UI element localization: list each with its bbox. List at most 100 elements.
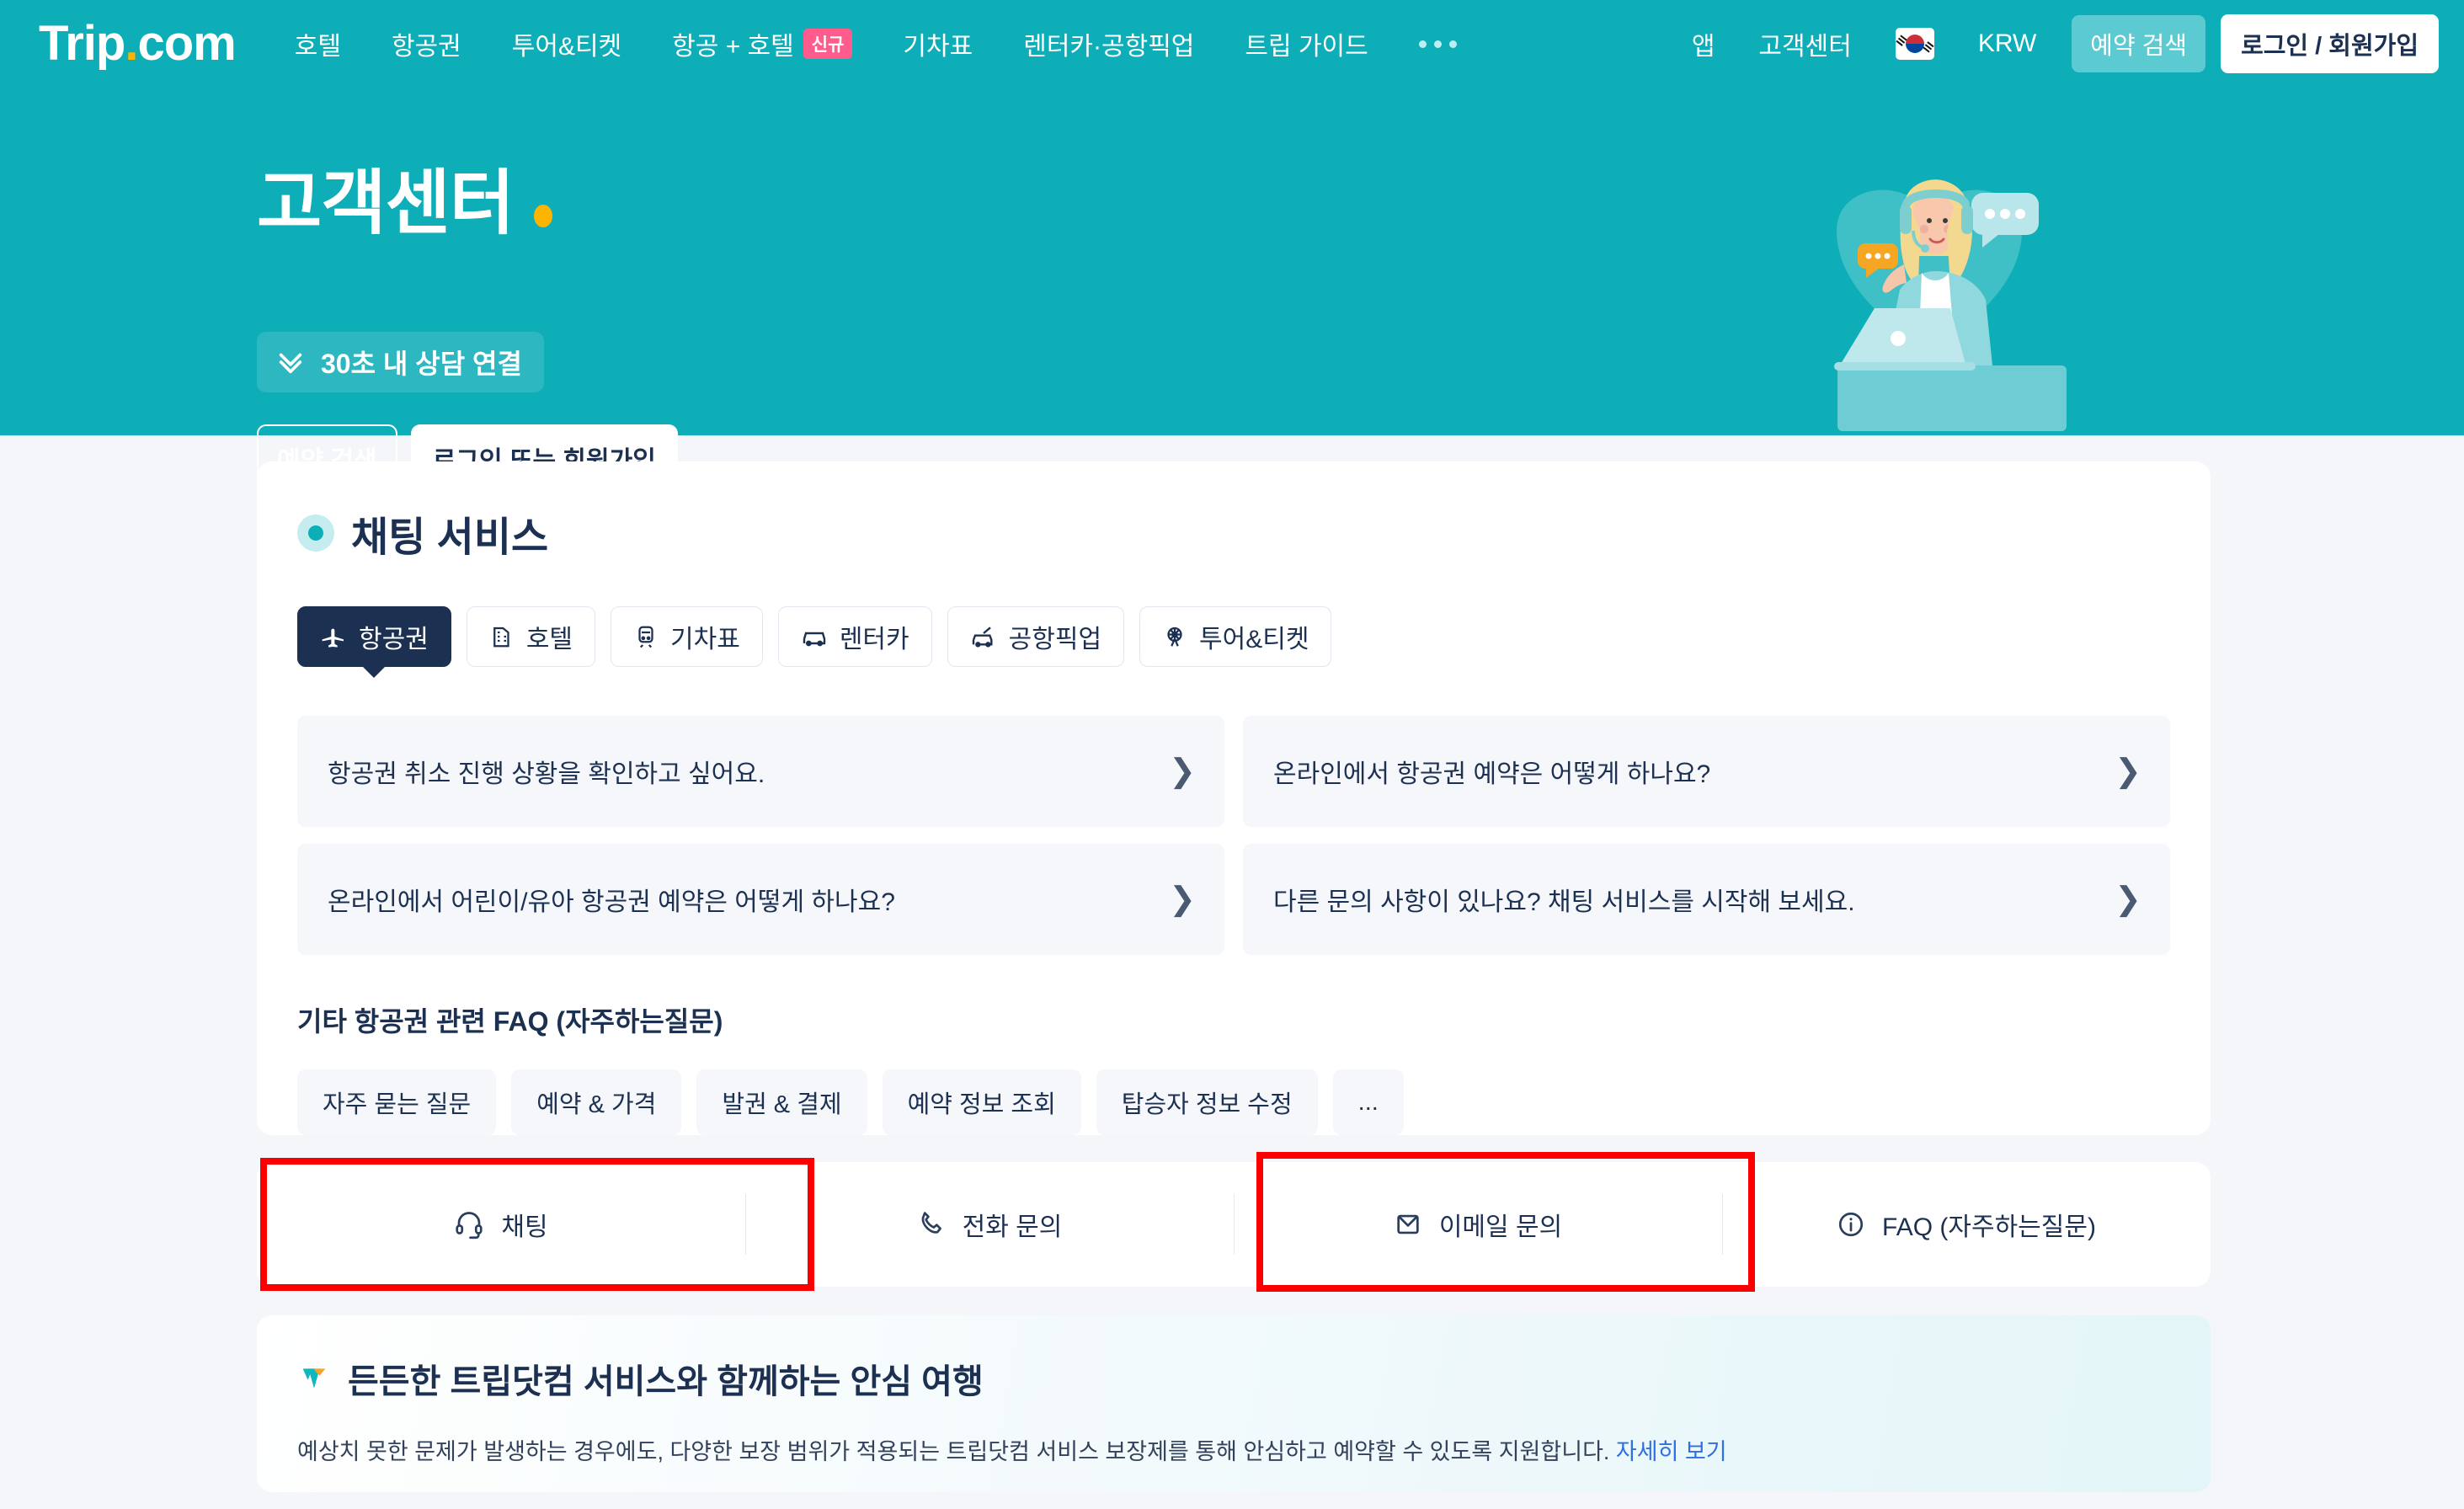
guarantee-body-text: 예상치 못한 문제가 발생하는 경우에도, 다양한 보장 범위가 적용되는 트립… [297, 1439, 1610, 1464]
contact-label: 이메일 문의 [1438, 1213, 1563, 1241]
status-dot-icon [297, 515, 334, 552]
nav-item-flight-hotel[interactable]: 항공 + 호텔 신규 [672, 25, 853, 62]
contact-option-phone[interactable]: 전화 문의 [745, 1162, 1234, 1287]
nav-item-hotel[interactable]: 호텔 [295, 25, 341, 62]
contact-option-email[interactable]: 이메일 문의 [1234, 1162, 1722, 1287]
train-icon [633, 624, 659, 649]
tab-train[interactable]: 기차표 [611, 606, 763, 667]
nav-item-flights[interactable]: 항공권 [392, 25, 461, 62]
trip-logo[interactable]: Trip. com [39, 16, 237, 71]
korea-flag-icon[interactable] [1895, 28, 1934, 60]
logo-text-suffix: com [137, 16, 236, 71]
chevron-right-icon: ❯ [2115, 754, 2141, 789]
ferris-wheel-icon [1162, 624, 1187, 649]
tab-flights[interactable]: 항공권 [297, 606, 451, 667]
chevron-right-icon: ❯ [1169, 754, 1196, 789]
chat-service-card: 채팅 서비스 항공권 호텔 기차표 렌터카 공항픽업 투어&티켓 항공권 취소 … [257, 461, 2211, 1135]
faq-chip[interactable]: 자주 묻는 질문 [297, 1069, 497, 1135]
page-root: Trip. com 호텔 항공권 투어&티켓 항공 + 호텔 신규 기차표 렌터카… [0, 0, 2464, 1509]
service-category-tabs: 항공권 호텔 기차표 렌터카 공항픽업 투어&티켓 [257, 563, 2211, 667]
nav-label: 앱 [1691, 33, 1715, 61]
faq-chip-more[interactable]: ... [1332, 1069, 1404, 1135]
logo-dot: . [125, 16, 138, 71]
tab-airport-transfer[interactable]: 공항픽업 [947, 606, 1125, 667]
hero-banner: 고객센터 30초 내 상담 연결 예약 검색 로그인 또는 회원가입 [0, 88, 2464, 492]
top-nav-right: 앱 고객센터 KRW 예약 검색 로그인 / 회원가입 [1648, 14, 2439, 73]
phone-icon [917, 1210, 946, 1239]
service-guarantee-banner: 든든한 트립닷컴 서비스와 함께하는 안심 여행 예상치 못한 문제가 발생하는… [257, 1315, 2211, 1492]
nav-label: 호텔 [294, 33, 341, 61]
contact-label: FAQ (자주하는질문) [1882, 1213, 2096, 1241]
faq-chip[interactable]: 탑승자 정보 수정 [1096, 1069, 1318, 1135]
tab-label: 공항픽업 [1008, 626, 1102, 653]
nav-item-trains[interactable]: 기차표 [903, 25, 973, 62]
nav-label: 투어&티켓 [511, 33, 622, 61]
contact-label: 채팅 [501, 1213, 548, 1241]
guarantee-description: 예상치 못한 문제가 발생하는 경우에도, 다양한 보장 범위가 적용되는 트립… [257, 1403, 2211, 1466]
tab-label: 호텔 [525, 626, 573, 653]
trip-guarantee-heart-icon [297, 1362, 331, 1395]
nav-item-tours-tickets[interactable]: 투어&티켓 [512, 25, 621, 62]
tab-label: 렌터카 [839, 626, 909, 653]
faq-section-heading: 기타 항공권 관련 FAQ (자주하는질문) [297, 1006, 723, 1037]
faq-chip[interactable]: 예약 & 가격 [511, 1069, 682, 1135]
nav-label: 기차표 [903, 33, 973, 61]
airport-transfer-icon [970, 623, 997, 650]
double-chevron-down-icon [274, 348, 307, 376]
contact-label: 전화 문의 [962, 1213, 1063, 1241]
question-text: 다른 문의 사항이 있나요? 채팅 서비스를 시작해 보세요. [1273, 888, 1855, 916]
nav-label: 트립 가이드 [1245, 33, 1368, 61]
question-text: 항공권 취소 진행 상황을 확인하고 싶어요. [328, 760, 765, 788]
top-navigation-bar: Trip. com 호텔 항공권 투어&티켓 항공 + 호텔 신규 기차표 렌터카… [0, 0, 2464, 88]
chevron-right-icon: ❯ [1169, 882, 1196, 917]
faq-chip[interactable]: 예약 정보 조회 [882, 1069, 1081, 1135]
tab-car-rental[interactable]: 렌터카 [777, 606, 932, 667]
page-title-text: 고객센터 [257, 163, 515, 243]
response-time-label: 30초 내 상담 연결 [321, 349, 522, 379]
nav-item-currency[interactable]: KRW [1978, 29, 2036, 58]
primary-nav: 호텔 항공권 투어&티켓 항공 + 호텔 신규 기차표 렌터카·공항픽업 트립 … [295, 25, 1507, 62]
new-badge: 신규 [803, 29, 853, 59]
question-card[interactable]: 온라인에서 항공권 예약은 어떻게 하나요? ❯ [1243, 716, 2170, 827]
login-signup-button[interactable]: 로그인 / 회원가입 [2221, 14, 2439, 73]
tab-tours-tickets[interactable]: 투어&티켓 [1139, 606, 1332, 667]
nav-item-carrental-pickup[interactable]: 렌터카·공항픽업 [1023, 25, 1194, 62]
support-agent-illustration [1757, 121, 2110, 433]
currency-label: KRW [1977, 29, 2037, 57]
tab-label: 기차표 [670, 626, 740, 653]
faq-chip-list: 자주 묻는 질문 예약 & 가격 발권 & 결제 예약 정보 조회 탑승자 정보… [257, 1039, 2211, 1135]
nav-label: 항공권 [391, 33, 461, 61]
guarantee-title-row: 든든한 트립닷컴 서비스와 함께하는 안심 여행 [257, 1315, 2211, 1403]
info-circle-icon [1837, 1210, 1865, 1239]
nav-label: 항공 + 호텔 [672, 33, 794, 61]
contact-option-faq[interactable]: FAQ (자주하는질문) [1722, 1162, 2211, 1287]
contact-option-chat[interactable]: 채팅 [257, 1162, 745, 1287]
envelope-icon [1394, 1210, 1422, 1239]
booking-search-button[interactable]: 예약 검색 [2072, 15, 2206, 72]
guarantee-learn-more-link[interactable]: 자세히 보기 [1616, 1439, 1727, 1464]
nav-label: 고객센터 [1758, 33, 1852, 61]
page-title: 고객센터 [257, 147, 553, 248]
ellipsis-icon[interactable] [1418, 40, 1457, 48]
car-icon [801, 623, 828, 650]
title-accent-dot [534, 205, 553, 227]
tab-label: 항공권 [359, 626, 429, 653]
headset-icon [454, 1209, 484, 1240]
faq-chip[interactable]: 발권 & 결제 [696, 1069, 867, 1135]
nav-item-app[interactable]: 앱 [1692, 25, 1715, 62]
question-card[interactable]: 항공권 취소 진행 상황을 확인하고 싶어요. ❯ [297, 716, 1224, 827]
logo-text-main: Trip [39, 16, 125, 71]
question-text: 온라인에서 항공권 예약은 어떻게 하나요? [1273, 760, 1711, 788]
question-text: 온라인에서 어린이/유아 항공권 예약은 어떻게 하나요? [328, 888, 895, 916]
question-card[interactable]: 다른 문의 사항이 있나요? 채팅 서비스를 시작해 보세요. ❯ [1243, 844, 2170, 955]
response-time-badge: 30초 내 상담 연결 [257, 332, 544, 392]
question-card[interactable]: 온라인에서 어린이/유아 항공권 예약은 어떻게 하나요? ❯ [297, 844, 1224, 955]
chat-service-title: 채팅 서비스 [351, 515, 549, 560]
question-grid: 항공권 취소 진행 상황을 확인하고 싶어요. ❯ 온라인에서 항공권 예약은 … [257, 667, 2211, 955]
airplane-icon [320, 623, 347, 650]
guarantee-title: 든든한 트립닷컴 서비스와 함께하는 안심 여행 [348, 1363, 984, 1400]
nav-item-trip-guide[interactable]: 트립 가이드 [1245, 25, 1368, 62]
nav-item-customer-service[interactable]: 고객센터 [1758, 25, 1851, 62]
nav-label: 렌터카·공항픽업 [1023, 33, 1195, 61]
tab-hotel[interactable]: 호텔 [466, 606, 596, 667]
